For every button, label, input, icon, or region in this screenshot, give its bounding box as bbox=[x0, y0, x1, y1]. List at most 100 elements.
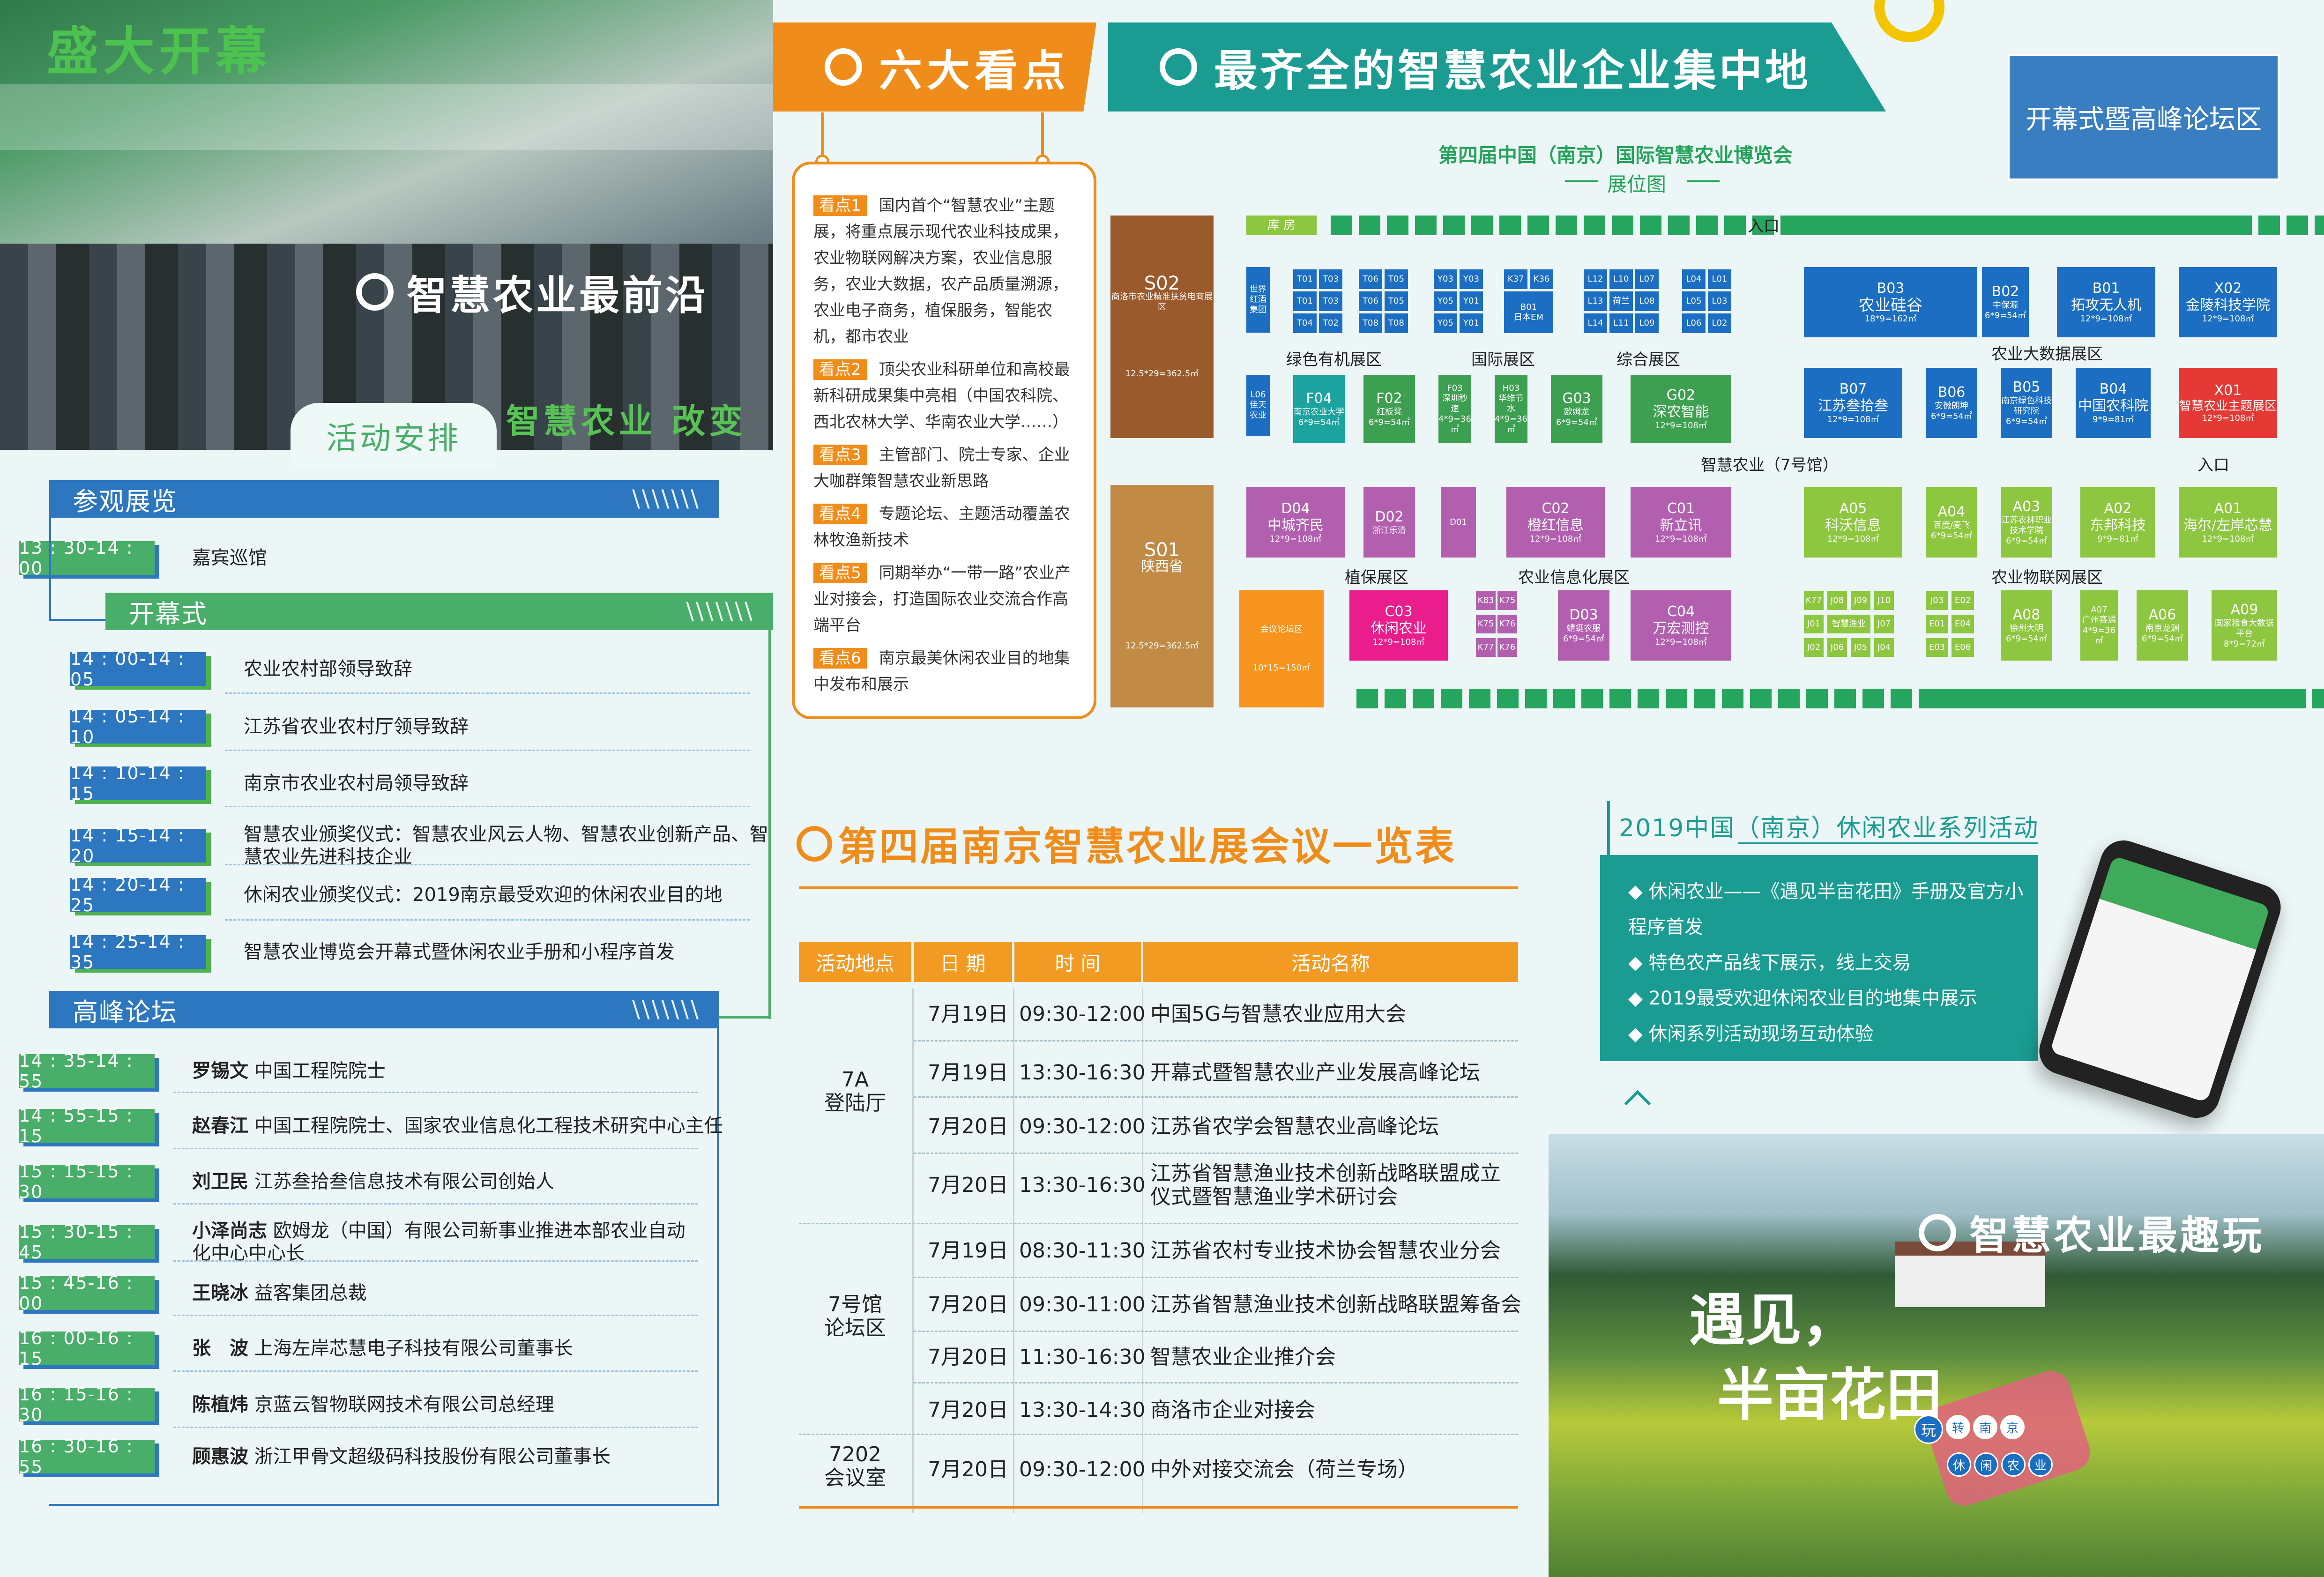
booth-A08[interactable]: A08 徐州大明 6*9=54㎡ bbox=[2001, 590, 2052, 661]
booth-D01[interactable]: D01 bbox=[1441, 487, 1476, 558]
booth-Y03b[interactable]: Y03 bbox=[1460, 269, 1483, 289]
booth-L06[interactable]: L06 bbox=[1682, 313, 1706, 333]
booth-L03[interactable]: L03 bbox=[1708, 291, 1731, 311]
booth-K76b[interactable]: K77 bbox=[1476, 638, 1496, 657]
booth-L13[interactable]: L13 bbox=[1584, 291, 1607, 311]
booth-A09[interactable]: A09 国家粮食大数据平台 8*9=72㎡ bbox=[2212, 590, 2277, 661]
booth-G02[interactable]: G02 深农智能 12*9=108㎡ bbox=[1631, 375, 1731, 443]
booth-F03[interactable]: F03 深圳秒速 4*9=36㎡ bbox=[1438, 375, 1471, 443]
booth-L07[interactable]: L07 bbox=[1635, 269, 1659, 289]
booth-J02[interactable]: J07 bbox=[1874, 615, 1894, 633]
booth-F02[interactable]: F02 红板凳 6*9=54㎡ bbox=[1363, 375, 1415, 443]
booth-Y05b[interactable]: Y05 bbox=[1434, 313, 1457, 333]
booth-S02[interactable]: S02 商洛市农业精准扶贫电商展区 12.5*29=362.5㎡ bbox=[1110, 216, 1214, 438]
event-photo: 盛大开幕 智慧农业最前沿 智慧农业 改变 bbox=[0, 0, 773, 450]
booth-K37[interactable]: K37 bbox=[1504, 269, 1527, 289]
booth-D04[interactable]: D04 中城齐民 12*9=108㎡ bbox=[1246, 487, 1345, 558]
booth-C01[interactable]: C01 新立讯 12*9=108㎡ bbox=[1631, 487, 1731, 558]
booth-netherlands[interactable]: 荷兰 bbox=[1609, 291, 1633, 311]
booth-J09[interactable]: J08 bbox=[1827, 591, 1847, 610]
booth-T08b[interactable]: T08 bbox=[1385, 313, 1408, 333]
booth-L01[interactable]: L01 bbox=[1708, 269, 1731, 289]
booth-H03[interactable]: H03 华维节水 4*9=36㎡ bbox=[1495, 375, 1527, 443]
booth-X02[interactable]: X02 金陵科技学院 12*9=108㎡ bbox=[2179, 267, 2277, 337]
booth-T03[interactable]: T03 bbox=[1319, 269, 1342, 289]
booth-L12[interactable]: L12 bbox=[1584, 269, 1607, 289]
booth-E06[interactable]: E03 bbox=[1926, 638, 1948, 657]
booth-smart-fishery[interactable]: 智慧渔业 bbox=[1827, 615, 1870, 633]
booth-T08[interactable]: T08 bbox=[1359, 313, 1382, 333]
booth-X01[interactable]: X01 智慧农业主题展区 12*9=108㎡ bbox=[2179, 368, 2277, 438]
booth-T05[interactable]: T05 bbox=[1385, 269, 1408, 289]
booth-A05[interactable]: A05 科沃信息 12*9=108㎡ bbox=[1804, 487, 1902, 558]
booth-J03[interactable]: J04 bbox=[1874, 638, 1894, 657]
booth-K77b[interactable]: K76 bbox=[1497, 638, 1517, 657]
booth-Y01[interactable]: Y01 bbox=[1460, 291, 1483, 311]
booth-forum-small[interactable]: 会议论坛区 10*15=150㎡ bbox=[1239, 590, 1324, 707]
booth-J08[interactable]: K77 bbox=[1804, 591, 1824, 610]
booth-A01[interactable]: A01 海尔/左岸芯慧 12*9=108㎡ bbox=[2179, 487, 2277, 558]
booth-Y05[interactable]: Y05 bbox=[1434, 291, 1457, 311]
booth-E01[interactable]: E02 bbox=[1952, 591, 1974, 610]
booth-J07[interactable]: J01 bbox=[1804, 615, 1824, 633]
booth-J04[interactable]: J05 bbox=[1851, 638, 1870, 657]
booth-D03[interactable]: D03 蜻蜓农服 6*9=54㎡ bbox=[1558, 590, 1609, 661]
highlight-item: 看点5 同期举办“一带一路”农业产业对接会，打造国际农业交流合作高端平台 bbox=[813, 563, 1071, 635]
booth-left-block[interactable]: 世界红酒集团 bbox=[1246, 267, 1270, 333]
booth-L02[interactable]: L02 bbox=[1708, 313, 1731, 333]
booth-B05[interactable]: B05 南京绿色科技研究院 6*9=54㎡ bbox=[2001, 368, 2052, 438]
opening-header: 开幕式 \\\\\\\ bbox=[105, 593, 773, 630]
booth-D02[interactable]: D02 浙江乐清 bbox=[1363, 487, 1415, 558]
booth-K83[interactable]: L06 佳天农业 bbox=[1246, 375, 1270, 436]
booth-A06[interactable]: A06 南京龙渊 6*9=54㎡ bbox=[2137, 590, 2188, 661]
booth-L10[interactable]: L10 bbox=[1609, 269, 1633, 289]
booth-A03[interactable]: A03 江苏农林职业技术学院 6*9=54㎡ bbox=[2001, 487, 2052, 558]
booth-L05[interactable]: L05 bbox=[1682, 291, 1706, 311]
booth-B01[interactable]: B01 拓攻无人机 12*9=108㎡ bbox=[2057, 267, 2155, 337]
booth-J06[interactable]: J02 bbox=[1804, 638, 1824, 657]
booth-E03[interactable]: E04 bbox=[1952, 615, 1974, 633]
booth-L04[interactable]: L04 bbox=[1682, 269, 1706, 289]
booth-C02[interactable]: C02 橙红信息 12*9=108㎡ bbox=[1506, 487, 1605, 558]
booth-J01[interactable]: J10 bbox=[1874, 591, 1894, 610]
booth-J05[interactable]: J06 bbox=[1827, 638, 1847, 657]
booth-C04[interactable]: C04 万宏测控 12*9=108㎡ bbox=[1631, 590, 1731, 661]
booth-F04[interactable]: F04 南京农业大学 6*9=54㎡ bbox=[1293, 375, 1345, 443]
booth-L09[interactable]: L09 bbox=[1635, 313, 1659, 333]
booth-Y01b[interactable]: Y01 bbox=[1460, 313, 1483, 333]
booth-B04[interactable]: B04 中国农科院 9*9=81㎡ bbox=[2076, 368, 2151, 438]
booth-L11[interactable]: L11 bbox=[1609, 313, 1633, 333]
booth-K36[interactable]: K36 bbox=[1530, 269, 1553, 289]
booth-K75[interactable]: K83 bbox=[1476, 591, 1496, 610]
ring-icon bbox=[1919, 1213, 1956, 1251]
booth-C03[interactable]: C03 休闲农业 12*9=108㎡ bbox=[1349, 590, 1448, 661]
booth-K76[interactable]: K75 bbox=[1476, 615, 1496, 633]
booth-L08[interactable]: L08 bbox=[1635, 291, 1659, 311]
booth-T06[interactable]: T06 bbox=[1359, 269, 1382, 289]
booth-A04[interactable]: A04 百度/麦飞 6*9=54㎡ bbox=[1926, 487, 1977, 558]
booth-T01b[interactable]: T01 bbox=[1293, 291, 1317, 311]
booth-G03[interactable]: G03 欧姆龙 6*9=54㎡ bbox=[1551, 375, 1602, 443]
booth-K77[interactable]: K76 bbox=[1497, 615, 1517, 633]
booth-T05b[interactable]: T05 bbox=[1385, 291, 1408, 311]
booth-B03[interactable]: B03 农业硅谷 18*9=162㎡ bbox=[1804, 267, 1977, 337]
booth-L14[interactable]: L14 bbox=[1584, 313, 1607, 333]
booth-T03b[interactable]: T03 bbox=[1319, 291, 1342, 311]
booth-B02[interactable]: B02 中保源 6*9=54㎡ bbox=[1982, 267, 2029, 337]
booth-A02[interactable]: A02 东邦科技 9*9=81㎡ bbox=[2080, 487, 2155, 558]
booth-B07[interactable]: B07 江苏叁拾叁 12*9=108㎡ bbox=[1804, 368, 1902, 438]
booth-T06b[interactable]: T06 bbox=[1359, 291, 1382, 311]
booth-E02[interactable]: J03 bbox=[1926, 591, 1948, 610]
booth-S01[interactable]: S01 陕西省 12.5*29=362.5㎡ bbox=[1110, 485, 1214, 707]
booth-E04[interactable]: E01 bbox=[1926, 615, 1948, 633]
booth-T04[interactable]: T04 bbox=[1293, 313, 1317, 333]
booth-T01[interactable]: T01 bbox=[1293, 269, 1317, 289]
booth-Y03[interactable]: Y03 bbox=[1434, 269, 1457, 289]
booth-B06[interactable]: B06 安徽朗坤 6*9=54㎡ bbox=[1926, 368, 1977, 438]
booth-J10[interactable]: J09 bbox=[1851, 591, 1870, 610]
booth-K75b[interactable]: K75 bbox=[1497, 591, 1517, 610]
booth-A07[interactable]: A07 广州赛通 4*9=36㎡ bbox=[2080, 590, 2118, 661]
booth-E05[interactable]: E06 bbox=[1952, 638, 1974, 657]
booth-T02[interactable]: T02 bbox=[1319, 313, 1342, 333]
booth-B01-jp[interactable]: B01 日本EM bbox=[1504, 291, 1553, 333]
